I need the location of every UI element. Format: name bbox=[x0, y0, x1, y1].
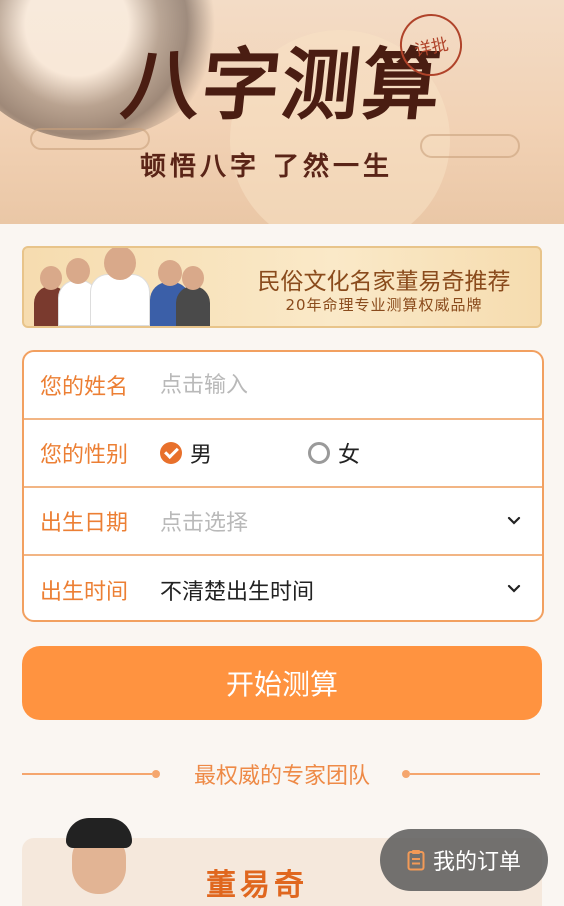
gender-option-label: 女 bbox=[338, 443, 361, 468]
expert-group-photo bbox=[32, 248, 210, 326]
clipboard-icon bbox=[407, 850, 425, 871]
divider bbox=[22, 773, 152, 775]
experts-section-header: 最权威的专家团队 bbox=[0, 758, 564, 790]
my-orders-label: 我的订单 bbox=[432, 850, 521, 875]
expert-avatar bbox=[66, 818, 132, 906]
page-subtitle: 顿悟八字 了然一生 bbox=[140, 152, 394, 182]
divider bbox=[410, 773, 540, 775]
gender-option-female[interactable]: 女 bbox=[308, 437, 360, 469]
gender-radio-group: 男 女 bbox=[160, 437, 456, 469]
birth-time-label: 出生时间 bbox=[40, 580, 129, 605]
name-input[interactable] bbox=[160, 372, 500, 398]
divider-dot bbox=[402, 770, 410, 778]
my-orders-button[interactable]: 我的订单 bbox=[380, 829, 548, 891]
birth-date-picker[interactable]: 点击选择 bbox=[160, 505, 248, 537]
gender-option-male[interactable]: 男 bbox=[160, 437, 212, 469]
bazi-form: 您的姓名 您的性别 男 女 出生日期 点击选择 出生时间 不清楚出生时间 bbox=[22, 350, 544, 622]
section-title: 最权威的专家团队 bbox=[193, 764, 370, 789]
birth-time-row[interactable]: 出生时间 不清楚出生时间 bbox=[24, 556, 542, 620]
gender-row: 您的性别 男 女 bbox=[24, 420, 542, 488]
radio-checked-icon bbox=[160, 442, 182, 464]
gender-label: 您的性别 bbox=[40, 443, 129, 468]
banner-headline: 民俗文化名家董易奇推荐 bbox=[257, 269, 511, 295]
birth-date-row[interactable]: 出生日期 点击选择 bbox=[24, 488, 542, 556]
cloud-decoration bbox=[420, 134, 520, 158]
divider-dot bbox=[152, 770, 160, 778]
recommendation-banner[interactable]: 民俗文化名家董易奇推荐 20年命理专业测算权威品牌 bbox=[22, 246, 542, 328]
birth-time-select[interactable]: 不清楚出生时间 bbox=[160, 574, 314, 606]
name-label: 您的姓名 bbox=[40, 375, 129, 400]
birth-date-label: 出生日期 bbox=[40, 511, 129, 536]
hero-banner: 八字测算 详批 顿悟八字 了然一生 bbox=[0, 0, 564, 224]
radio-unchecked-icon bbox=[308, 442, 331, 464]
start-calculation-button[interactable]: 开始测算 bbox=[22, 646, 542, 720]
name-row: 您的姓名 bbox=[24, 352, 542, 420]
expert-name: 董易奇 bbox=[206, 868, 308, 903]
gender-option-label: 男 bbox=[190, 443, 213, 468]
chevron-down-icon bbox=[507, 516, 521, 525]
banner-subline: 20年命理专业测算权威品牌 bbox=[285, 296, 483, 314]
chevron-down-icon bbox=[507, 584, 521, 593]
